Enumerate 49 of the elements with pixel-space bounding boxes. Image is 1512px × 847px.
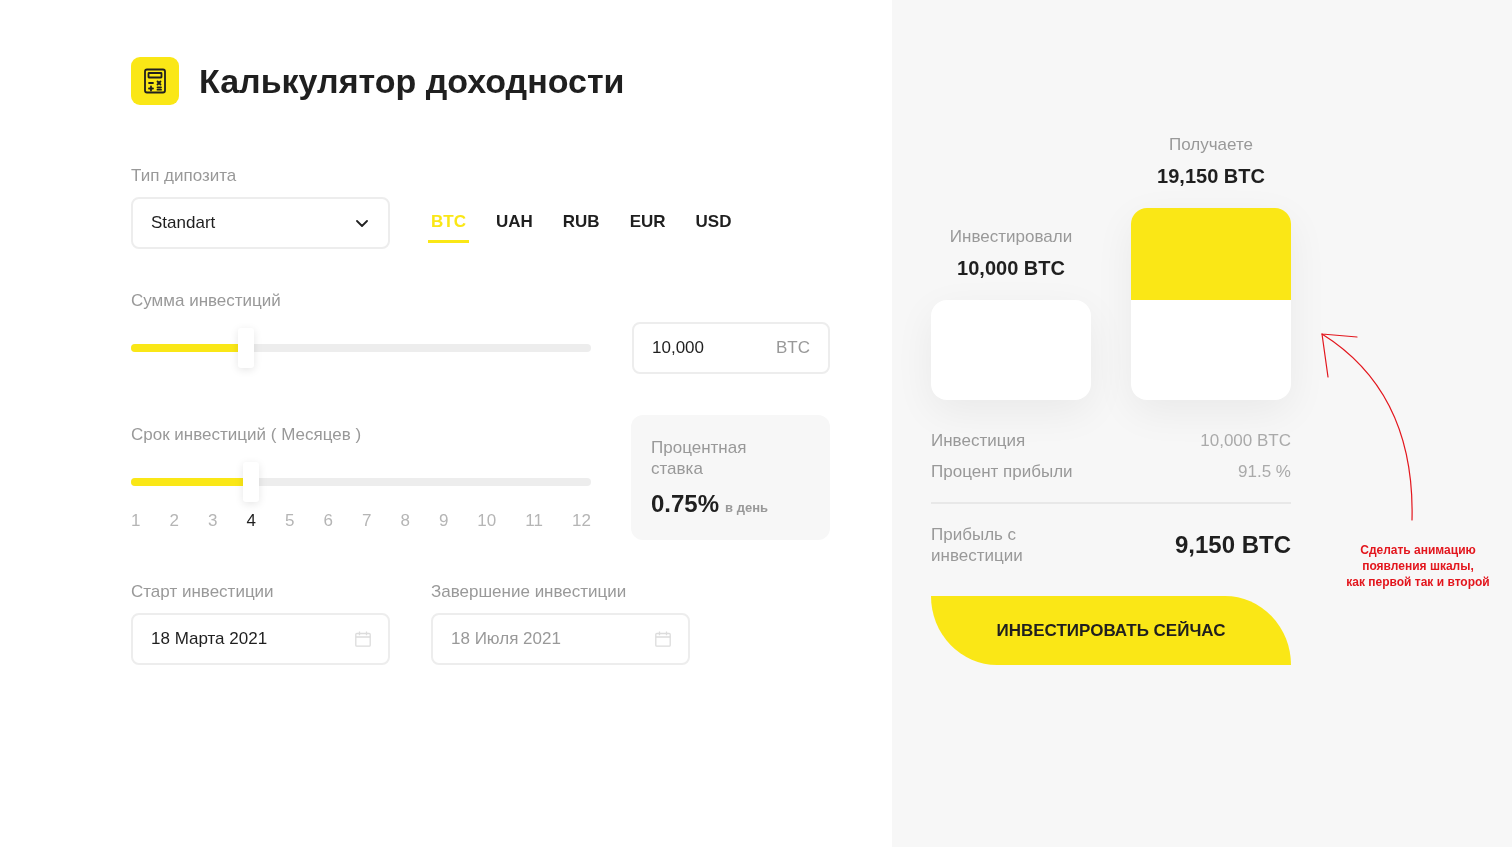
month-tick[interactable]: 10 (477, 511, 497, 531)
slider-thumb[interactable] (242, 462, 259, 502)
field-label: Старт инвестиции (131, 582, 274, 602)
month-tick[interactable]: 12 (571, 511, 591, 531)
month-tick[interactable]: 3 (207, 511, 218, 531)
summary-value: 91.5 % (1238, 462, 1291, 482)
summary-label: Процент прибыли (931, 462, 1073, 482)
rate-value: 0.75% (651, 489, 720, 519)
month-tick[interactable]: 6 (323, 511, 333, 531)
month-tick[interactable]: 5 (284, 511, 295, 531)
summary-label: Инвестиция (931, 431, 1026, 451)
rate-unit: в день (725, 500, 768, 515)
currency-tab[interactable]: RUB (559, 203, 603, 243)
column-label: Получаете (1169, 135, 1253, 155)
date-field: 18 Июля 2021 (431, 613, 690, 665)
column-value: 19,150 BTC (1157, 164, 1265, 188)
annotation-note: Сделать анимацию появления шкалы, как первой так и второй (1345, 542, 1491, 590)
calendar-icon (655, 631, 671, 647)
field-label: Завершение инвестиции (431, 582, 627, 602)
month-tick[interactable]: 7 (361, 511, 372, 531)
profit-value: 9,150 BTC (1174, 530, 1291, 560)
currency-tab[interactable]: USD (692, 203, 735, 243)
summary-value: 10,000 BTC (1200, 431, 1291, 451)
month-tick[interactable]: 4 (246, 511, 256, 531)
month-tick[interactable]: 8 (400, 511, 410, 531)
field-label: Сумма инвестиций (131, 291, 281, 311)
deposit-select[interactable]: Standart (131, 197, 390, 249)
page-title: Калькулятор доходности (199, 61, 625, 101)
invest-button[interactable]: ИНВЕСТИРОВАТЬ СЕЙЧАС (931, 596, 1291, 665)
amount-input[interactable]: 10,000 BTC (632, 322, 830, 374)
rate-label: Процентная ставка (651, 437, 748, 479)
slider-thumb[interactable] (238, 328, 254, 368)
column-label: Инвестировали (949, 227, 1073, 248)
month-tick[interactable]: 9 (438, 511, 449, 531)
month-tick[interactable]: 11 (525, 511, 543, 531)
profit-label: Прибыль с инвестиции (931, 524, 1024, 566)
month-tick[interactable]: 2 (169, 511, 179, 531)
chevron-down-icon (356, 219, 368, 227)
field-label: Тип дипозита (131, 166, 237, 186)
currency-tab[interactable]: UAH (492, 203, 536, 243)
currency-unit: BTC (776, 338, 810, 358)
calculator-icon (131, 57, 179, 105)
column-value: 10,000 BTC (957, 256, 1065, 281)
currency-tab[interactable]: BTC (428, 203, 469, 243)
month-tick[interactable]: 1 (131, 511, 141, 531)
field-label: Срок инвестиций ( Месяцев ) (131, 425, 362, 445)
currency-tab[interactable]: EUR (626, 203, 669, 243)
date-field[interactable]: 18 Марта 2021 (131, 613, 390, 665)
calendar-icon (355, 631, 371, 647)
